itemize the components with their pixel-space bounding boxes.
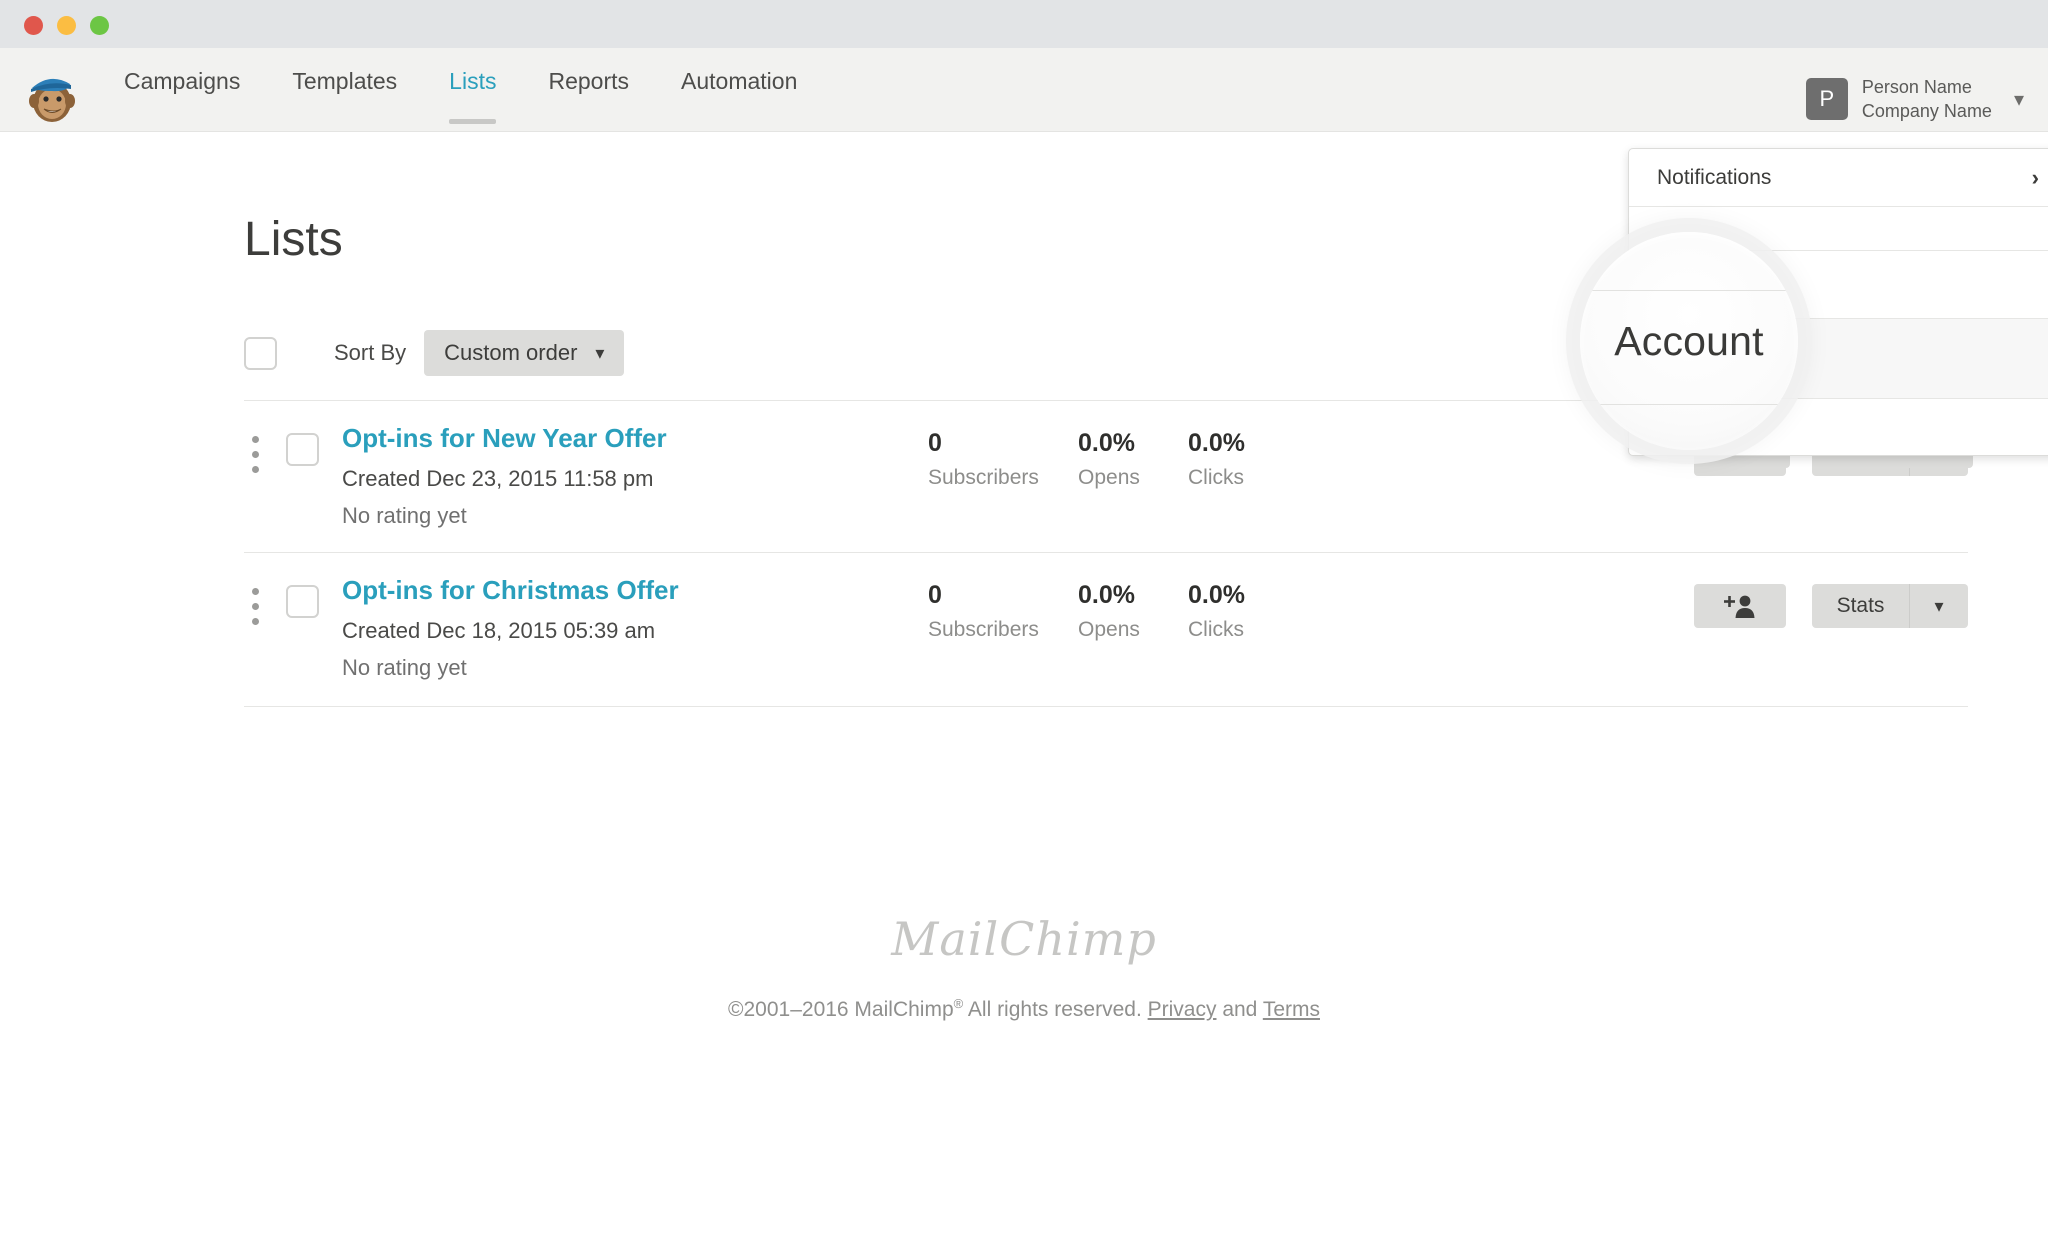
list-name-link[interactable]: Opt-ins for Christmas Offer [342, 574, 679, 608]
stat-value: 0.0% [1078, 580, 1140, 611]
stat-caption: Opens [1078, 617, 1140, 643]
loupe-divider [1580, 404, 1798, 405]
close-window-button[interactable] [24, 16, 43, 35]
stat-clicks: 0.0% Clicks [1188, 580, 1245, 644]
list-created-date: Created Dec 18, 2015 05:39 am [342, 617, 679, 646]
row-checkbox[interactable] [286, 433, 319, 466]
nav-item-campaigns[interactable]: Campaigns [124, 66, 265, 96]
chevron-down-icon: ▾ [2014, 87, 2024, 112]
stat-opens: 0.0% Opens [1078, 580, 1140, 644]
sort-bar: Sort By Custom order ▾ [244, 330, 624, 376]
row-checkbox[interactable] [286, 585, 319, 618]
nav-item-templates[interactable]: Templates [292, 66, 422, 96]
stat-value: 0.0% [1188, 580, 1245, 611]
stat-clicks: 0.0% Clicks [1188, 428, 1245, 492]
nav-item-automation[interactable]: Automation [681, 66, 822, 96]
window-titlebar [0, 0, 2048, 48]
minimize-window-button[interactable] [57, 16, 76, 35]
person-name: Person Name [1862, 75, 1992, 99]
account-names: Person Name Company Name [1862, 75, 1992, 124]
list-name-link[interactable]: Opt-ins for New Year Offer [342, 422, 667, 456]
stat-subscribers: 0 Subscribers [928, 580, 1039, 644]
stat-caption: Clicks [1188, 465, 1245, 491]
main-navigation: Campaigns Templates Lists Reports Automa… [124, 66, 849, 96]
nav-item-lists[interactable]: Lists [449, 66, 521, 96]
divider [244, 706, 1968, 707]
stat-caption: Subscribers [928, 617, 1039, 643]
menu-item-label: Notifications [1657, 166, 1771, 190]
stats-dropdown-button[interactable]: ▾ [1910, 584, 1968, 628]
terms-link[interactable]: Terms [1263, 998, 1320, 1021]
copyright-prefix: ©2001–2016 MailChimp [728, 998, 954, 1021]
mailchimp-wordmark: MailChimp [0, 912, 2048, 966]
loupe-divider [1580, 290, 1798, 291]
stat-caption: Clicks [1188, 617, 1245, 643]
company-name: Company Name [1862, 99, 1992, 123]
sort-order-select[interactable]: Custom order ▾ [424, 330, 624, 376]
stat-caption: Opens [1078, 465, 1140, 491]
row-actions: Stats ▾ [1694, 584, 1968, 628]
stat-value: 0.0% [1188, 428, 1245, 459]
stats-button[interactable]: Stats [1812, 584, 1910, 628]
copyright-mid: All rights reserved. [963, 998, 1147, 1021]
magnifier-loupe: Account [1580, 232, 1798, 450]
zoom-window-button[interactable] [90, 16, 109, 35]
select-all-checkbox[interactable] [244, 337, 277, 370]
chevron-right-icon: › [2032, 165, 2039, 191]
menu-item-notifications[interactable]: Notifications › [1629, 149, 2048, 207]
stat-value: 0 [928, 428, 1039, 459]
list-item: Opt-ins for New Year Offer Created Dec 2… [342, 422, 667, 531]
sort-order-value: Custom order [444, 340, 577, 366]
registered-mark: ® [954, 996, 964, 1011]
magnified-account-label: Account [1614, 318, 1764, 365]
drag-dots-icon[interactable] [252, 436, 260, 473]
add-subscriber-icon [1720, 593, 1760, 619]
stats-dropdown-button-edge[interactable] [1915, 455, 1973, 468]
and-label: and [1216, 998, 1262, 1021]
add-subscriber-button-edge[interactable] [1698, 455, 1790, 468]
page-footer: MailChimp ©2001–2016 MailChimp® All righ… [0, 912, 2048, 1022]
list-rating: No rating yet [342, 502, 667, 531]
add-subscriber-button[interactable] [1694, 584, 1786, 628]
stat-opens: 0.0% Opens [1078, 428, 1140, 492]
page-title: Lists [244, 212, 343, 267]
stats-split-button: Stats ▾ [1812, 584, 1968, 628]
stat-value: 0.0% [1078, 428, 1140, 459]
list-created-date: Created Dec 23, 2015 11:58 pm [342, 465, 667, 494]
stat-value: 0 [928, 580, 1039, 611]
table-row: Opt-ins for Christmas Offer Created Dec … [0, 552, 2048, 704]
chevron-down-icon: ▾ [1934, 596, 1943, 617]
stat-subscribers: 0 Subscribers [928, 428, 1039, 492]
drag-dots-icon[interactable] [252, 588, 260, 625]
stat-caption: Subscribers [928, 465, 1039, 491]
stats-button-edge[interactable] [1816, 455, 1914, 468]
list-rating: No rating yet [342, 654, 679, 683]
avatar: P [1806, 78, 1848, 120]
account-menu-button[interactable]: P Person Name Company Name ▾ [1806, 75, 2024, 124]
chevron-down-icon: ▾ [595, 343, 604, 364]
copyright-text: ©2001–2016 MailChimp® All rights reserve… [0, 996, 2048, 1022]
window-controls [24, 16, 109, 35]
sort-by-label: Sort By [334, 340, 406, 366]
list-item: Opt-ins for Christmas Offer Created Dec … [342, 574, 679, 683]
privacy-link[interactable]: Privacy [1148, 998, 1217, 1021]
mailchimp-freddie-logo-icon[interactable] [22, 68, 80, 126]
nav-item-reports[interactable]: Reports [548, 66, 654, 96]
